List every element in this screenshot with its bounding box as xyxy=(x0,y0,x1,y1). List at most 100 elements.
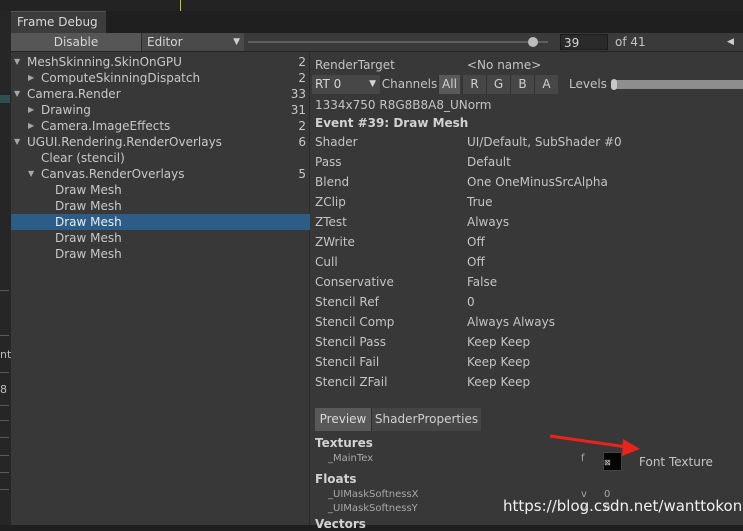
tree-row-label: Clear (stencil) xyxy=(41,151,125,165)
tree-row[interactable]: ▼ MeshSkinning.SkinOnGPU 2 xyxy=(11,54,310,70)
left-strip-tick xyxy=(0,372,9,373)
property-value: 0 xyxy=(467,295,475,309)
expanded-arrow-icon[interactable]: ▼ xyxy=(14,86,20,102)
render-target-format: 1334x750 R8G8B8A8_UNorm xyxy=(315,98,492,112)
property-name: Stencil Comp xyxy=(315,315,395,329)
tree-row[interactable]: Draw Mesh xyxy=(11,246,310,262)
render-target-value: <No name> xyxy=(467,58,542,72)
rt-dropdown[interactable]: RT 0 ▼ xyxy=(312,75,380,94)
frame-index-input[interactable]: 39 xyxy=(560,34,608,50)
tree-row-count: 6 xyxy=(298,135,306,149)
levels-slider-handle[interactable] xyxy=(611,79,617,90)
tree-row-label: Draw Mesh xyxy=(55,247,122,261)
property-name: ZWrite xyxy=(315,235,355,249)
channel-a-button[interactable]: A xyxy=(534,75,558,94)
property-value: False xyxy=(467,275,498,289)
property-name: Pass xyxy=(315,155,342,169)
tree-row-count: 2 xyxy=(298,119,306,133)
channel-g-button[interactable]: G xyxy=(486,75,510,94)
textures-header: Textures xyxy=(315,436,373,450)
vectors-header: Vectors xyxy=(315,517,366,531)
tree-row-label: MeshSkinning.SkinOnGPU xyxy=(27,55,182,69)
disable-button[interactable]: Disable xyxy=(11,33,142,51)
tree-row[interactable]: Draw Mesh xyxy=(11,198,310,214)
tree-row[interactable]: ▶ ComputeSkinningDispatch 2 xyxy=(11,70,310,86)
frame-debug-tab[interactable]: Frame Debug xyxy=(11,11,106,33)
left-strip-tick xyxy=(0,489,9,490)
tree-row-label: Draw Mesh xyxy=(55,215,122,229)
tree-row-label: UGUI.Rendering.RenderOverlays xyxy=(27,135,222,149)
tree-row[interactable]: ▶ Drawing 31 xyxy=(11,102,310,118)
watermark: https://blog.csdn.net/wanttokonw xyxy=(503,497,743,515)
property-value: UI/Default, SubShader #0 xyxy=(467,135,622,149)
target-dropdown[interactable]: Editor ▼ xyxy=(142,33,244,51)
tree-row-label: Camera.ImageEffects xyxy=(41,119,171,133)
tree-row-label: Drawing xyxy=(41,103,91,117)
tree-row[interactable]: ▼ Canvas.RenderOverlays 5 xyxy=(11,166,310,182)
previous-frame-icon[interactable]: ◀ xyxy=(718,33,743,51)
tree-row-count: 33 xyxy=(290,87,306,101)
tab-preview[interactable]: Preview xyxy=(315,408,371,431)
annotation-arrow-icon xyxy=(549,434,640,456)
frame-slider[interactable] xyxy=(248,41,548,43)
tree-row-label: Canvas.RenderOverlays xyxy=(41,167,185,181)
left-strip-text: nt xyxy=(0,348,12,361)
property-value: Keep Keep xyxy=(467,375,531,389)
tree-row-label: Draw Mesh xyxy=(55,231,122,245)
frame-slider-thumb[interactable] xyxy=(528,37,538,47)
channel-r-button[interactable]: R xyxy=(462,75,486,94)
left-strip-tick xyxy=(0,335,9,336)
tree-row[interactable]: Draw Mesh xyxy=(11,214,310,230)
scene-top-strip xyxy=(0,0,743,11)
tree-row[interactable]: ▼ Camera.Render 33 xyxy=(11,86,310,102)
property-value: Off xyxy=(467,235,485,249)
property-value: Off xyxy=(467,255,485,269)
tree-row[interactable]: ▼ UGUI.Rendering.RenderOverlays 6 xyxy=(11,134,310,150)
property-name: ZTest xyxy=(315,215,347,229)
tab-shader-properties[interactable]: ShaderProperties xyxy=(371,408,481,431)
event-title: Event #39: Draw Mesh xyxy=(315,116,469,130)
expanded-arrow-icon[interactable]: ▼ xyxy=(14,134,20,150)
property-value: One OneMinusSrcAlpha xyxy=(467,175,608,189)
left-strip-tick xyxy=(0,455,9,456)
left-strip-text: 8 xyxy=(0,383,7,396)
property-name: Stencil Pass xyxy=(315,335,386,349)
tree-row-count: 2 xyxy=(298,55,306,69)
property-value: Always xyxy=(467,215,510,229)
property-name: Cull xyxy=(315,255,338,269)
collapsed-arrow-icon[interactable]: ▶ xyxy=(28,70,34,86)
dropdown-arrow-icon: ▼ xyxy=(369,79,376,89)
channel-all-button[interactable]: All xyxy=(438,75,460,94)
float-name: _UIMaskSoftnessY xyxy=(328,503,418,514)
property-name: ZClip xyxy=(315,195,346,209)
channel-b-button[interactable]: B xyxy=(510,75,534,94)
property-value: Keep Keep xyxy=(467,355,531,369)
tree-row-label: ComputeSkinningDispatch xyxy=(41,71,201,85)
left-strip-tick xyxy=(0,290,9,291)
float-name: _UIMaskSoftnessX xyxy=(328,489,419,500)
tree-row[interactable]: Clear (stencil) xyxy=(11,150,310,166)
property-name: Stencil Fail xyxy=(315,355,380,369)
property-value: Default xyxy=(467,155,511,169)
expanded-arrow-icon[interactable]: ▼ xyxy=(28,166,34,182)
collapsed-arrow-icon[interactable]: ▶ xyxy=(28,102,34,118)
tree-row[interactable]: Draw Mesh xyxy=(11,230,310,246)
levels-slider[interactable] xyxy=(611,80,743,89)
floats-header: Floats xyxy=(315,472,357,486)
tree-row-label: Camera.Render xyxy=(27,87,121,101)
target-dropdown-label: Editor xyxy=(147,35,183,49)
collapsed-arrow-icon[interactable]: ▶ xyxy=(28,118,34,134)
tree-row[interactable]: Draw Mesh xyxy=(11,182,310,198)
left-strip-tick xyxy=(0,405,9,406)
tree-row[interactable]: ▶ Camera.ImageEffects 2 xyxy=(11,118,310,134)
expanded-arrow-icon[interactable]: ▼ xyxy=(14,54,20,70)
left-strip-tick xyxy=(0,472,9,473)
tree-row-count: 2 xyxy=(298,71,306,85)
main-tex-name: _MainTex xyxy=(328,453,374,464)
left-strip-tick xyxy=(0,437,9,438)
main-tex-texture: Font Texture xyxy=(639,455,713,469)
dropdown-arrow-icon: ▼ xyxy=(233,37,240,47)
render-target-label: RenderTarget xyxy=(315,58,395,72)
property-name: Blend xyxy=(315,175,350,189)
property-name: Shader xyxy=(315,135,358,149)
